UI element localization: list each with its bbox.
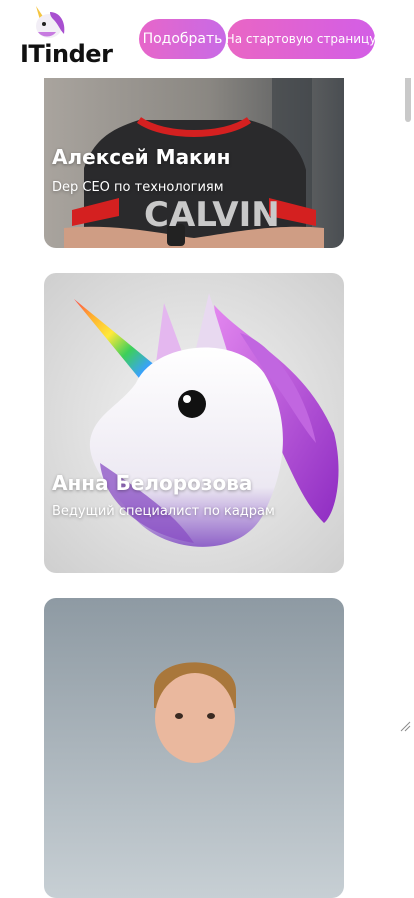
pick-button[interactable]: Подобрать: [139, 19, 226, 59]
resize-handle-icon[interactable]: [399, 720, 411, 732]
home-button[interactable]: На стартовую страницу: [226, 19, 376, 59]
shirt-logo-text: CALVIN: [144, 195, 280, 235]
logo[interactable]: ITinder: [18, 4, 122, 72]
profile-name: Анна Белорозова: [52, 471, 253, 495]
profile-role: Ведущий специалист по кадрам: [52, 504, 275, 519]
profile-card[interactable]: [44, 598, 344, 898]
profile-card[interactable]: Анна Белорозова Ведущий специалист по ка…: [44, 273, 344, 573]
profile-photo: [44, 273, 344, 573]
profile-name: Алексей Макин: [52, 145, 231, 169]
header: ITinder Подобрать На стартовую страницу: [0, 0, 414, 78]
profile-role: Dep CEO по технологиям: [52, 180, 224, 195]
scrollbar[interactable]: [401, 0, 414, 735]
profile-photo: [44, 598, 344, 898]
logo-text: ITinder: [20, 40, 113, 68]
unicorn-logo-icon: [36, 6, 65, 38]
